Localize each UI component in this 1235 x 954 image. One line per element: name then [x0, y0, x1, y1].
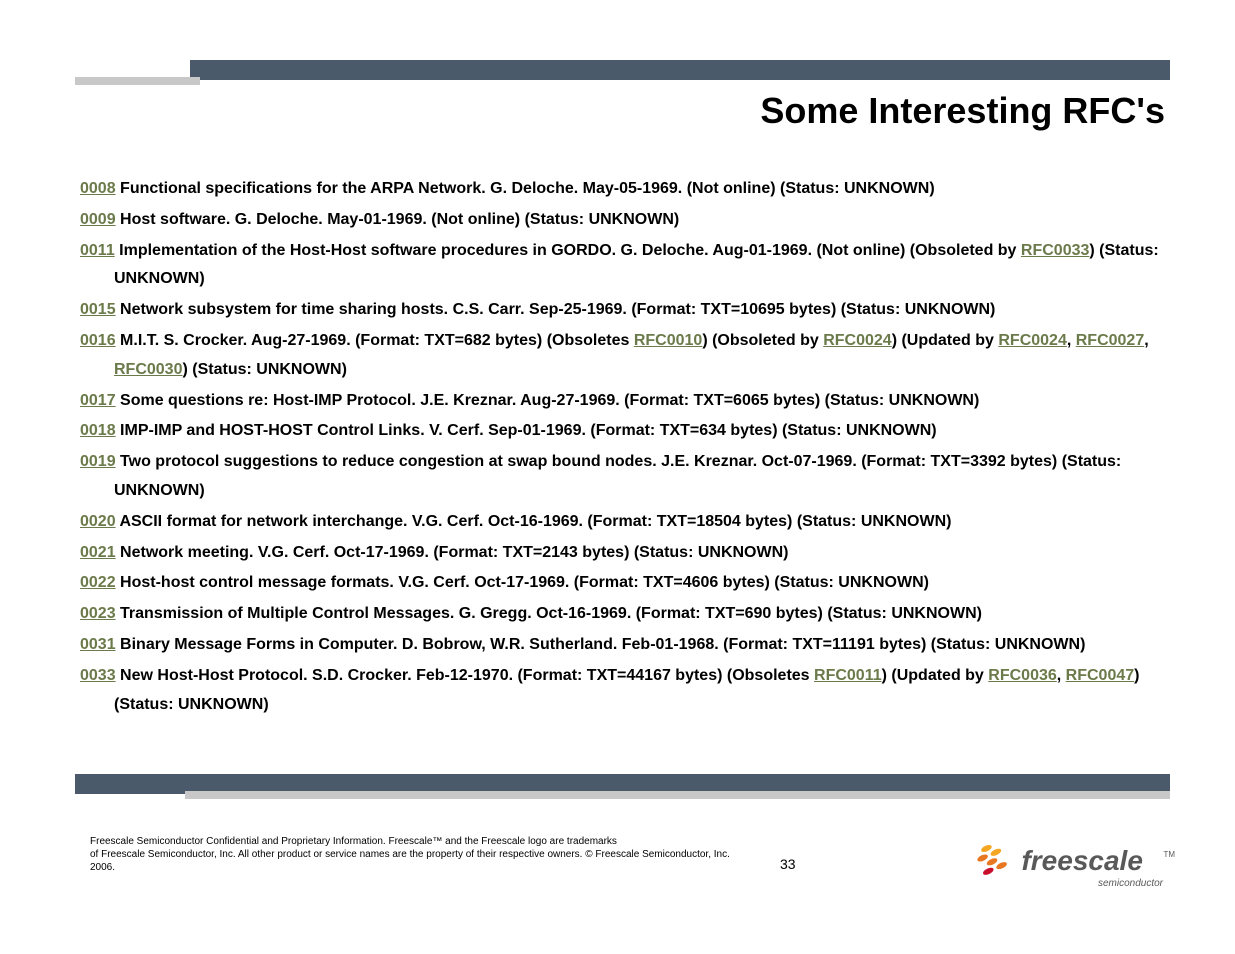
rfc-number-link[interactable]: 0015: [80, 301, 116, 318]
rfc-item: 0011 Implementation of the Host-Host sof…: [80, 237, 1165, 295]
rfc-reference-link[interactable]: RFC0036: [988, 667, 1056, 684]
rfc-item: 0016 M.I.T. S. Crocker. Aug-27-1969. (Fo…: [80, 327, 1165, 385]
rfc-description: Functional specifications for the ARPA N…: [116, 180, 935, 197]
rfc-description: Host-host control message formats. V.G. …: [116, 574, 929, 591]
rfc-item: 0019 Two protocol suggestions to reduce …: [80, 448, 1165, 506]
rfc-item: 0017 Some questions re: Host-IMP Protoco…: [80, 387, 1165, 416]
logo-text: freescale: [1021, 845, 1142, 877]
freescale-logo-icon: [975, 839, 1013, 882]
rfc-reference-link[interactable]: RFC0027: [1076, 332, 1144, 349]
rfc-description: New Host-Host Protocol. S.D. Crocker. Fe…: [116, 667, 814, 684]
freescale-logo: freescale semiconductor: [975, 839, 1165, 889]
rfc-description: ) (Obsoleted by: [702, 332, 823, 349]
rfc-description: ) (Updated by: [892, 332, 999, 349]
rfc-number-link[interactable]: 0018: [80, 422, 116, 439]
rfc-reference-link[interactable]: RFC0024: [998, 332, 1066, 349]
rfc-description: ,: [1057, 667, 1066, 684]
header-band-dark: [190, 60, 1170, 80]
rfc-number-link[interactable]: 0033: [80, 667, 116, 684]
footer-disclaimer: Freescale Semiconductor Confidential and…: [90, 835, 750, 874]
rfc-description: Network meeting. V.G. Cerf. Oct-17-1969.…: [116, 544, 789, 561]
trademark-symbol: TM: [1163, 850, 1175, 859]
rfc-description: M.I.T. S. Crocker. Aug-27-1969. (Format:…: [116, 332, 634, 349]
footer-line-1: Freescale Semiconductor Confidential and…: [90, 836, 617, 847]
rfc-description: Some questions re: Host-IMP Protocol. J.…: [116, 392, 980, 409]
rfc-number-link[interactable]: 0019: [80, 453, 116, 470]
rfc-number-link[interactable]: 0011: [80, 242, 115, 259]
rfc-item: 0009 Host software. G. Deloche. May-01-1…: [80, 206, 1165, 235]
rfc-reference-link[interactable]: RFC0033: [1021, 242, 1089, 259]
content-area: 0008 Functional specifications for the A…: [80, 175, 1165, 721]
rfc-description: ,: [1144, 332, 1148, 349]
rfc-item: 0020 ASCII format for network interchang…: [80, 508, 1165, 537]
rfc-description: Host software. G. Deloche. May-01-1969. …: [116, 211, 680, 228]
rfc-reference-link[interactable]: RFC0010: [634, 332, 702, 349]
footer-line-2: of Freescale Semiconductor, Inc. All oth…: [90, 849, 730, 873]
rfc-item: 0015 Network subsystem for time sharing …: [80, 296, 1165, 325]
footer-band-light: [185, 791, 1170, 799]
page-number: 33: [780, 856, 796, 872]
rfc-item: 0033 New Host-Host Protocol. S.D. Crocke…: [80, 662, 1165, 720]
rfc-number-link[interactable]: 0023: [80, 605, 116, 622]
rfc-number-link[interactable]: 0009: [80, 211, 116, 228]
rfc-item: 0031 Binary Message Forms in Computer. D…: [80, 631, 1165, 660]
rfc-description: Two protocol suggestions to reduce conge…: [114, 453, 1121, 499]
rfc-description: ,: [1067, 332, 1076, 349]
rfc-reference-link[interactable]: RFC0030: [114, 361, 182, 378]
rfc-description: ASCII format for network interchange. V.…: [116, 513, 952, 530]
rfc-description: Transmission of Multiple Control Message…: [116, 605, 982, 622]
rfc-description: ) (Status: UNKNOWN): [182, 361, 346, 378]
rfc-item: 0023 Transmission of Multiple Control Me…: [80, 600, 1165, 629]
rfc-item: 0008 Functional specifications for the A…: [80, 175, 1165, 204]
rfc-description: Implementation of the Host-Host software…: [115, 242, 1021, 259]
rfc-reference-link[interactable]: RFC0024: [823, 332, 891, 349]
rfc-item: 0021 Network meeting. V.G. Cerf. Oct-17-…: [80, 539, 1165, 568]
rfc-reference-link[interactable]: RFC0047: [1066, 667, 1134, 684]
rfc-description: ) (Updated by: [882, 667, 989, 684]
header-band-light: [75, 77, 200, 85]
rfc-item: 0018 IMP-IMP and HOST-HOST Control Links…: [80, 417, 1165, 446]
rfc-description: Network subsystem for time sharing hosts…: [116, 301, 996, 318]
rfc-reference-link[interactable]: RFC0011: [814, 667, 882, 684]
rfc-number-link[interactable]: 0022: [80, 574, 116, 591]
page-title: Some Interesting RFC's: [760, 90, 1165, 132]
slide: Some Interesting RFC's 0008 Functional s…: [0, 0, 1235, 954]
rfc-number-link[interactable]: 0031: [80, 636, 116, 653]
rfc-number-link[interactable]: 0017: [80, 392, 116, 409]
rfc-item: 0022 Host-host control message formats. …: [80, 569, 1165, 598]
rfc-description: IMP-IMP and HOST-HOST Control Links. V. …: [116, 422, 937, 439]
rfc-number-link[interactable]: 0021: [80, 544, 116, 561]
rfc-number-link[interactable]: 0016: [80, 332, 116, 349]
rfc-description: Binary Message Forms in Computer. D. Bob…: [116, 636, 1086, 653]
rfc-number-link[interactable]: 0008: [80, 180, 116, 197]
rfc-number-link[interactable]: 0020: [80, 513, 116, 530]
